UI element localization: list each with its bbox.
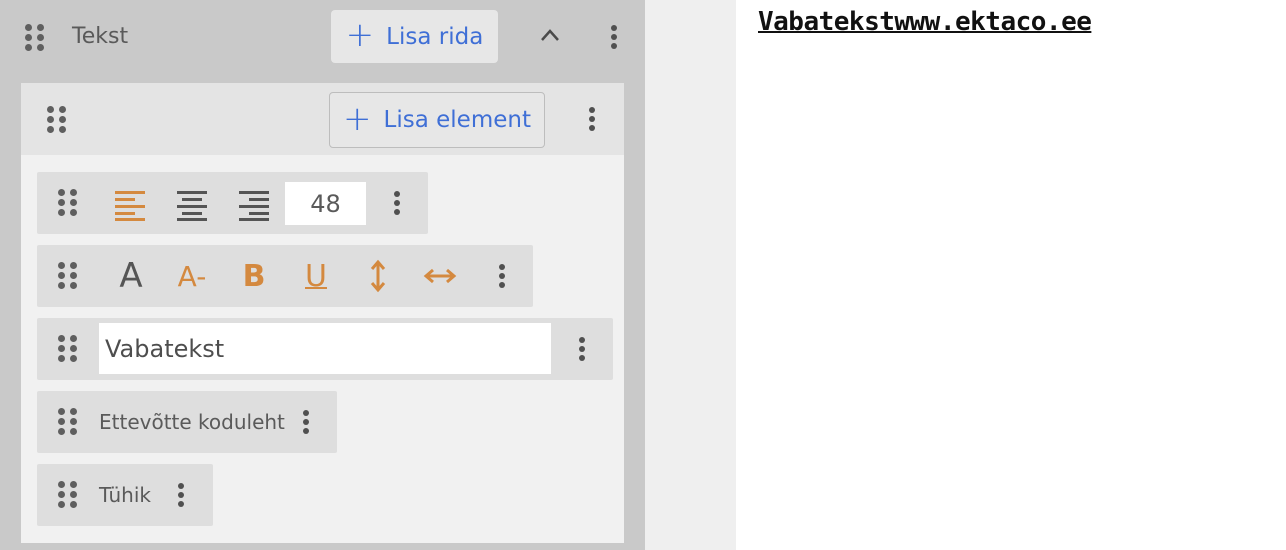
plus-icon: + (345, 15, 375, 55)
add-element-button[interactable]: + Lisa element (329, 92, 545, 148)
preview-area: Vabatekstwww.ektaco.ee (736, 0, 1286, 550)
add-row-button[interactable]: + Lisa rida (331, 10, 498, 63)
plus-icon: + (343, 98, 372, 139)
row-more-menu-icon[interactable] (604, 22, 624, 52)
element-drag-handle-icon[interactable] (47, 106, 67, 134)
drag-handle-icon[interactable] (58, 408, 78, 436)
horizontal-spacing-icon[interactable] (420, 256, 460, 296)
element-more-menu-icon[interactable] (582, 104, 602, 134)
item-more-menu-icon[interactable] (171, 480, 191, 510)
collapse-chevron-up-icon[interactable] (540, 27, 560, 43)
toolbar-more-menu-icon[interactable] (492, 261, 512, 291)
vertical-spacing-icon[interactable] (358, 256, 398, 296)
align-center-icon[interactable] (172, 184, 212, 224)
font-size-decrease-icon[interactable]: A- (172, 256, 212, 296)
alignment-toolbar (37, 172, 428, 234)
font-icon[interactable]: A (111, 256, 151, 296)
item-more-menu-icon[interactable] (296, 407, 316, 437)
editor-panel: Tekst + Lisa rida + Lisa element 48 A A-… (0, 0, 645, 550)
align-right-icon[interactable] (234, 184, 274, 224)
align-left-icon[interactable] (110, 184, 150, 224)
drag-handle-icon[interactable] (58, 481, 78, 509)
preview-text: Vabatekstwww.ektaco.ee (758, 7, 1092, 37)
drag-handle-icon[interactable] (58, 189, 78, 217)
bold-icon[interactable]: B (234, 256, 274, 296)
drag-handle-icon[interactable] (58, 335, 78, 363)
font-size-input[interactable]: 48 (285, 182, 366, 225)
row-drag-handle-icon[interactable] (25, 24, 45, 52)
row-title: Tekst (72, 24, 129, 49)
item-label: Tühik (99, 483, 151, 507)
drag-handle-icon[interactable] (58, 262, 78, 290)
toolbar-more-menu-icon[interactable] (387, 188, 407, 218)
text-block-more-menu-icon[interactable] (572, 334, 592, 364)
add-element-label: Lisa element (383, 107, 531, 133)
free-text-input[interactable] (99, 323, 551, 374)
underline-icon[interactable]: U (296, 256, 336, 296)
add-row-label: Lisa rida (386, 23, 484, 50)
panel-divider (645, 0, 736, 550)
item-label: Ettevõtte koduleht (99, 410, 285, 434)
